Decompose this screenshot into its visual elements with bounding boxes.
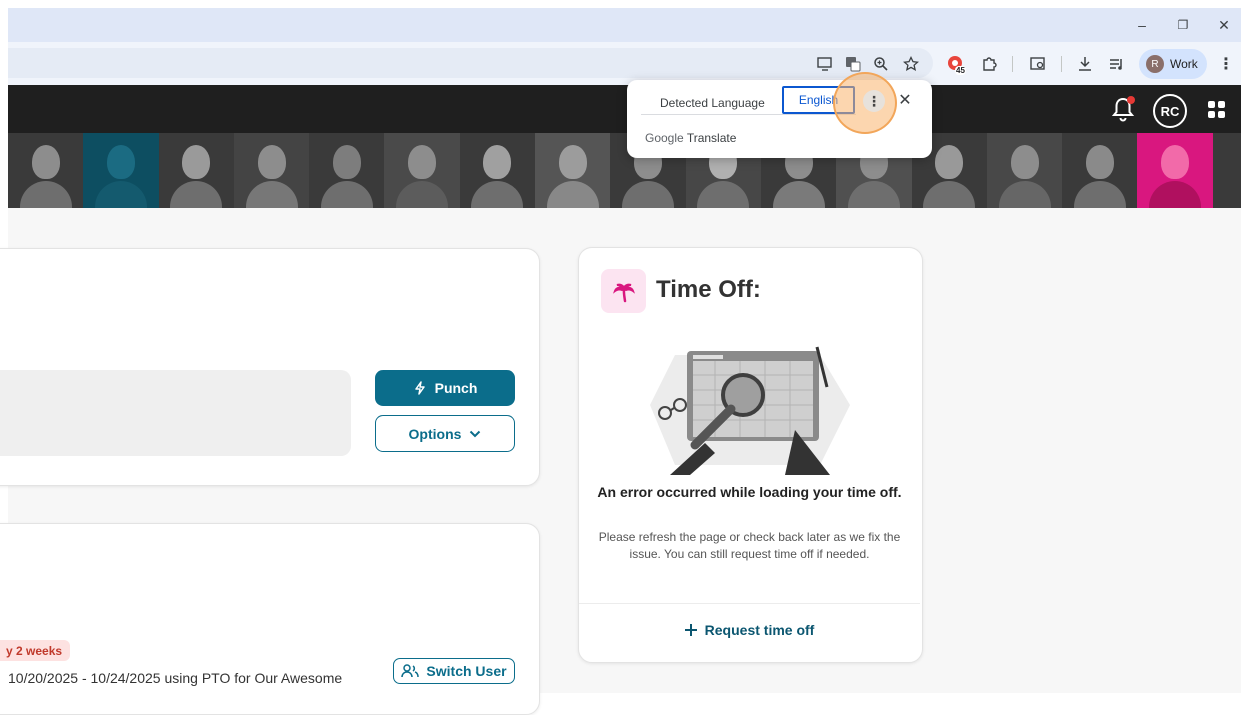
- bookmark-star-icon[interactable]: [898, 52, 924, 76]
- banner-photo: [384, 133, 460, 208]
- banner-photo: [233, 133, 310, 208]
- media-control-icon[interactable]: [1104, 52, 1130, 76]
- banner-photo: [159, 133, 234, 208]
- minimize-button[interactable]: –: [1122, 8, 1162, 42]
- brand-google: Google: [645, 131, 684, 145]
- close-translate-icon[interactable]: ✕: [895, 90, 915, 110]
- pto-card: [0, 523, 540, 715]
- banner-photo: [460, 133, 535, 208]
- options-button[interactable]: Options: [375, 415, 515, 452]
- brand-translate: Translate: [686, 131, 737, 145]
- cast-icon[interactable]: [812, 52, 838, 76]
- download-icon[interactable]: [1072, 52, 1098, 76]
- palm-tree-icon: [601, 269, 646, 313]
- extension-badge-icon[interactable]: 45: [943, 52, 969, 76]
- punch-status-panel: [0, 370, 351, 456]
- lightning-icon: [414, 381, 425, 395]
- users-icon: [401, 664, 420, 678]
- banner-photo: [309, 133, 384, 208]
- plus-icon: [684, 624, 697, 636]
- error-description: Please refresh the page or check back la…: [598, 530, 901, 561]
- browser-toolbar: [8, 42, 1241, 85]
- extension-badge-count: 45: [955, 66, 966, 75]
- banner-photo: [1062, 133, 1137, 208]
- search-tabs-icon[interactable]: [1025, 52, 1051, 76]
- tab-underline: [641, 114, 856, 115]
- options-label: Options: [408, 425, 462, 442]
- error-title: An error occurred while loading your tim…: [597, 484, 902, 500]
- banner-photo: [535, 133, 611, 208]
- address-bar[interactable]: [8, 48, 933, 78]
- error-illustration: [650, 346, 850, 475]
- request-time-off-label: Request time off: [704, 622, 815, 638]
- card-divider: [579, 603, 920, 604]
- browser-titlebar: [8, 8, 1241, 42]
- toolbar-divider: [1061, 56, 1062, 72]
- punch-label: Punch: [434, 380, 478, 396]
- profile-label: Work: [1170, 57, 1198, 71]
- request-time-off-button[interactable]: Request time off: [579, 622, 920, 638]
- switch-user-button[interactable]: Switch User: [393, 658, 515, 684]
- profile-button[interactable]: R Work: [1139, 49, 1207, 79]
- close-window-button[interactable]: ✕: [1204, 8, 1241, 42]
- app-header: [8, 85, 1241, 133]
- team-banner: [8, 133, 1241, 208]
- pto-entry-text: 10/20/2025 - 10/24/2025 using PTO for Ou…: [8, 670, 343, 686]
- tab-detected-language[interactable]: Detected Language: [660, 93, 770, 113]
- notification-dot: [1127, 96, 1135, 104]
- banner-photo: [83, 133, 159, 208]
- banner-photo: [8, 133, 83, 208]
- chevron-down-icon: [470, 430, 481, 437]
- switch-user-label: Switch User: [426, 663, 507, 679]
- time-off-title: Time Off:: [656, 276, 761, 303]
- extensions-puzzle-icon[interactable]: [976, 52, 1002, 76]
- apps-grid-icon[interactable]: [1208, 101, 1225, 118]
- user-avatar[interactable]: RC: [1153, 94, 1187, 128]
- status-badge: y 2 weeks: [0, 640, 71, 661]
- google-translate-brand: Google Translate: [645, 131, 736, 145]
- banner-photo: [986, 133, 1063, 208]
- punch-button[interactable]: Punch: [375, 370, 515, 406]
- toolbar-divider: [1012, 56, 1013, 72]
- banner-mascot: [1137, 133, 1213, 208]
- browser-menu-icon[interactable]: ⋮: [1213, 52, 1239, 76]
- more-options-icon[interactable]: ⋮: [863, 90, 885, 112]
- profile-avatar: R: [1146, 55, 1164, 73]
- restore-button[interactable]: ❐: [1163, 8, 1203, 42]
